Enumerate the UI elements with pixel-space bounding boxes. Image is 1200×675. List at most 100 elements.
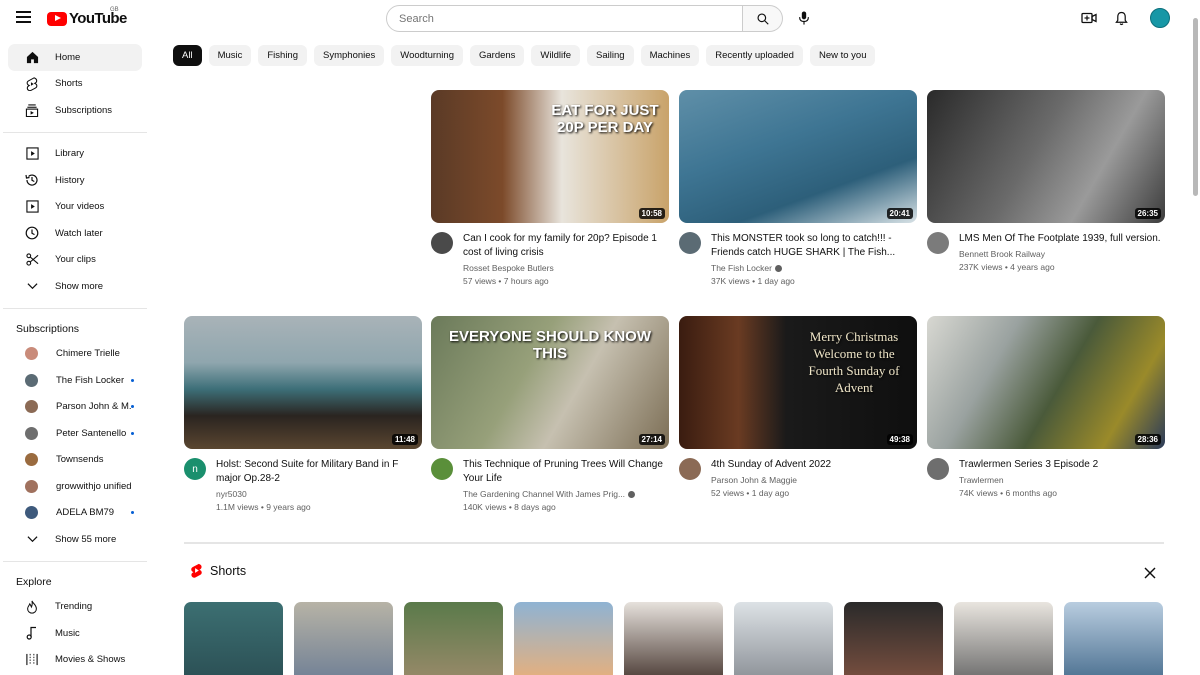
video-title[interactable]: This Technique of Pruning Trees Will Cha… <box>463 458 669 486</box>
video-channel[interactable]: Trawlermen <box>959 475 1165 485</box>
video-thumbnail[interactable]: 26:35 <box>927 90 1165 223</box>
chip-music[interactable]: Music <box>208 45 252 66</box>
short-thumbnail[interactable] <box>184 602 283 675</box>
short-thumbnail[interactable] <box>294 602 393 675</box>
channel-avatar[interactable] <box>927 232 949 254</box>
sidebar-item-label: Show more <box>55 280 104 292</box>
video-thumbnail[interactable]: 28:36 <box>927 316 1165 449</box>
verified-badge-icon <box>628 490 636 498</box>
chip-wildlife[interactable]: Wildlife <box>531 45 581 66</box>
video-thumbnail[interactable]: 20:41 <box>679 90 917 223</box>
search-input[interactable] <box>386 5 743 32</box>
video-card[interactable]: EAT FOR JUST 20P PER DAY 10:58 Can I cook … <box>431 90 669 286</box>
video-card[interactable]: 11:48 n Holst: Second Suite for Military B… <box>184 316 422 512</box>
chip-sailing[interactable]: Sailing <box>587 45 634 66</box>
shorts-header: Shorts <box>190 563 246 578</box>
sidebar-item-library[interactable]: Library <box>8 141 142 168</box>
short-thumbnail[interactable] <box>734 602 833 675</box>
music-icon <box>25 626 39 640</box>
video-title[interactable]: Trawlermen Series 3 Episode 2 <box>959 458 1165 472</box>
video-text: Can I cook for my family for 20p? Episod… <box>463 232 669 286</box>
video-channel[interactable]: Bennett Brook Railway <box>959 249 1165 259</box>
chip-woodturning[interactable]: Woodturning <box>391 45 463 66</box>
subscription-the-fish-locker[interactable]: The Fish Locker <box>8 367 142 394</box>
short-thumbnail[interactable] <box>404 602 503 675</box>
short-thumbnail[interactable] <box>954 602 1053 675</box>
short-thumbnail[interactable] <box>1064 602 1163 675</box>
chip-new-to-you[interactable]: New to you <box>809 45 876 66</box>
video-thumbnail[interactable]: Merry Christmas Welcome to the Fourth Su… <box>679 316 917 449</box>
sidebar-item-your-clips[interactable]: Your clips <box>8 247 142 274</box>
video-channel[interactable]: Parson John & Maggie <box>711 475 917 485</box>
subscription-parson-john-m[interactable]: Parson John & M... <box>8 394 142 421</box>
video-channel[interactable]: The Gardening Channel With James Prig... <box>463 489 669 499</box>
menu-icon[interactable] <box>16 11 31 23</box>
channel-name[interactable]: Trawlermen <box>959 475 1004 485</box>
video-thumbnail[interactable]: EVERYONE SHOULD KNOW THIS 27:14 <box>431 316 669 449</box>
chip-machines[interactable]: Machines <box>640 45 700 66</box>
video-card[interactable]: 20:41 This MONSTER took so long to catch!… <box>679 90 917 286</box>
sidebar-item-shorts[interactable]: Shorts <box>8 71 142 98</box>
short-thumbnail[interactable] <box>844 602 943 675</box>
subscription-chimere-trielle[interactable]: Chimere Trielle <box>8 341 142 368</box>
channel-name[interactable]: Bennett Brook Railway <box>959 249 1045 259</box>
subscription-growwithjo-unified[interactable]: growwithjo unified <box>8 473 142 500</box>
video-title[interactable]: LMS Men Of The Footplate 1939, full vers… <box>959 232 1165 246</box>
channel-avatar[interactable]: n <box>184 458 206 480</box>
video-card[interactable]: 28:36 Trawlermen Series 3 Episode 2 Trawle… <box>927 316 1165 498</box>
video-card[interactable]: EVERYONE SHOULD KNOW THIS 27:14 This Techn… <box>431 316 669 512</box>
channel-name[interactable]: nyr5030 <box>216 489 247 499</box>
subscription-peter-santenello[interactable]: Peter Santenello <box>8 420 142 447</box>
notifications-button[interactable] <box>1110 6 1132 30</box>
video-channel[interactable]: Rosset Bespoke Butlers <box>463 263 669 273</box>
video-title[interactable]: This MONSTER took so long to catch!!! - … <box>711 232 917 260</box>
video-channel[interactable]: nyr5030 <box>216 489 422 499</box>
channel-name[interactable]: The Fish Locker <box>711 263 772 273</box>
video-card[interactable]: Merry Christmas Welcome to the Fourth Su… <box>679 316 917 498</box>
video-title[interactable]: 4th Sunday of Advent 2022 <box>711 458 917 472</box>
subscription-townsends[interactable]: Townsends <box>8 447 142 474</box>
channel-avatar[interactable] <box>431 458 453 480</box>
channel-avatar[interactable] <box>927 458 949 480</box>
sidebar-item-show-more[interactable]: Show more <box>8 273 142 300</box>
chip-all[interactable]: All <box>173 45 202 66</box>
channel-avatar[interactable] <box>431 232 453 254</box>
sidebar-item-subscriptions[interactable]: Subscriptions <box>8 97 142 124</box>
video-title[interactable]: Holst: Second Suite for Military Band in… <box>216 458 422 486</box>
sidebar-item-your-videos[interactable]: Your videos <box>8 194 142 221</box>
channel-name[interactable]: Rosset Bespoke Butlers <box>463 263 554 273</box>
sidebar-item-music[interactable]: Music <box>8 620 142 647</box>
sidebar-item-home[interactable]: Home <box>8 44 142 71</box>
sidebar-item-watch-later[interactable]: Watch later <box>8 220 142 247</box>
short-thumbnail[interactable] <box>624 602 723 675</box>
close-icon <box>1144 567 1156 579</box>
page-scrollbar[interactable] <box>1193 18 1198 196</box>
video-channel[interactable]: The Fish Locker <box>711 263 917 273</box>
video-thumbnail[interactable]: EAT FOR JUST 20P PER DAY 10:58 <box>431 90 669 223</box>
channel-avatar[interactable] <box>679 458 701 480</box>
short-thumbnail[interactable] <box>514 602 613 675</box>
create-button[interactable] <box>1078 6 1100 30</box>
sidebar-divider <box>3 307 147 309</box>
video-title[interactable]: Can I cook for my family for 20p? Episod… <box>463 232 669 260</box>
channel-name[interactable]: Parson John & Maggie <box>711 475 797 485</box>
account-avatar[interactable] <box>1150 8 1170 28</box>
show-more-subscriptions[interactable]: Show 55 more <box>8 526 142 553</box>
voice-search-button[interactable] <box>792 6 816 30</box>
subscription-adela-bm79[interactable]: ADELA BM79 <box>8 500 142 527</box>
channel-avatar[interactable] <box>679 232 701 254</box>
youtube-logo[interactable]: YouTube GB <box>47 7 127 27</box>
search-button[interactable] <box>743 5 783 32</box>
video-card[interactable]: 26:35 LMS Men Of The Footplate 1939, full… <box>927 90 1165 272</box>
shorts-close-button[interactable] <box>1143 566 1157 580</box>
sidebar-item-movies-shows[interactable]: Movies & Shows <box>8 647 142 674</box>
sidebar-item-trending[interactable]: Trending <box>8 594 142 621</box>
channel-name[interactable]: The Gardening Channel With James Prig... <box>463 489 625 499</box>
chip-fishing[interactable]: Fishing <box>258 45 307 66</box>
chip-gardens[interactable]: Gardens <box>469 45 525 66</box>
shorts-icon <box>25 77 39 91</box>
video-thumbnail[interactable]: 11:48 <box>184 316 422 449</box>
chip-symphonies[interactable]: Symphonies <box>314 45 385 66</box>
sidebar-item-history[interactable]: History <box>8 167 142 194</box>
chip-recently-uploaded[interactable]: Recently uploaded <box>706 45 803 66</box>
